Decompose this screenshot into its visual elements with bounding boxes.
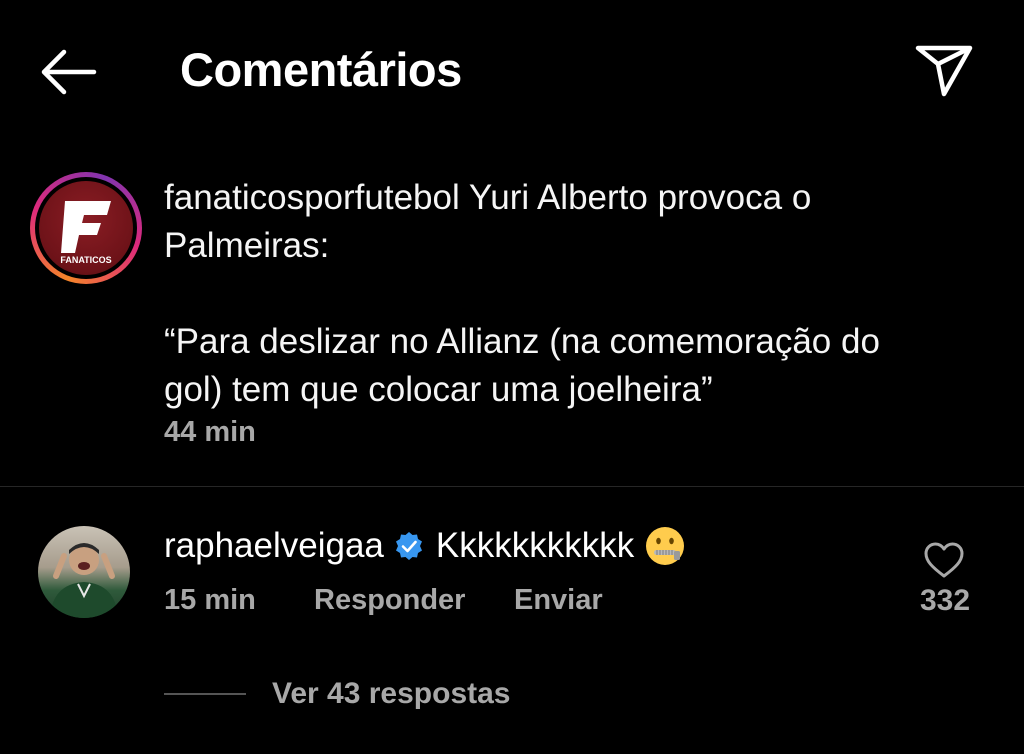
- zipper-mouth-face-icon: [646, 527, 685, 565]
- comment-timestamp: 15 min: [164, 584, 256, 616]
- share-button[interactable]: [912, 40, 976, 100]
- back-button[interactable]: [36, 44, 100, 100]
- top-bar: Comentários: [0, 0, 1024, 140]
- heart-icon: [924, 542, 964, 578]
- comment-username[interactable]: raphaelveigaa: [164, 522, 384, 570]
- caption-timestamp: 44 min: [164, 416, 256, 448]
- divider: [0, 486, 1024, 487]
- comment-item: raphaelveigaa Kkkkkkkkkkk 15 min Responde…: [0, 500, 1024, 650]
- arrow-left-icon: [41, 49, 97, 95]
- reply-button[interactable]: Responder: [314, 584, 514, 617]
- fanaticos-logo: FANATICOS: [39, 181, 133, 275]
- view-replies-label: Ver 43 respostas: [272, 677, 511, 710]
- view-replies-button[interactable]: Ver 43 respostas: [164, 674, 511, 714]
- send-button[interactable]: Enviar: [514, 584, 603, 617]
- page-title: Comentários: [180, 43, 462, 96]
- like-count: 332: [919, 584, 971, 617]
- author-avatar[interactable]: FANATICOS: [30, 172, 142, 284]
- send-paper-plane-icon: [915, 45, 973, 97]
- verified-badge-icon: [395, 532, 422, 560]
- commenter-avatar[interactable]: [38, 526, 130, 618]
- comment-text: Kkkkkkkkkkk: [435, 526, 635, 565]
- like-button[interactable]: [922, 540, 966, 580]
- replies-divider-line: [164, 693, 246, 695]
- caption-username[interactable]: fanaticosporfutebol: [164, 178, 460, 217]
- comment-meta: 15 min Responder Enviar: [164, 584, 603, 617]
- comment-body: raphaelveigaa Kkkkkkkkkkk: [164, 522, 686, 570]
- svg-text:FANATICOS: FANATICOS: [60, 255, 111, 265]
- caption-quote: “Para deslizar no Allianz (na comemoraçã…: [164, 322, 880, 409]
- caption-text: fanaticosporfutebol Yuri Alberto provoca…: [164, 174, 944, 414]
- post-caption: FANATICOS fanaticosporfutebol Yuri Alber…: [0, 160, 1024, 480]
